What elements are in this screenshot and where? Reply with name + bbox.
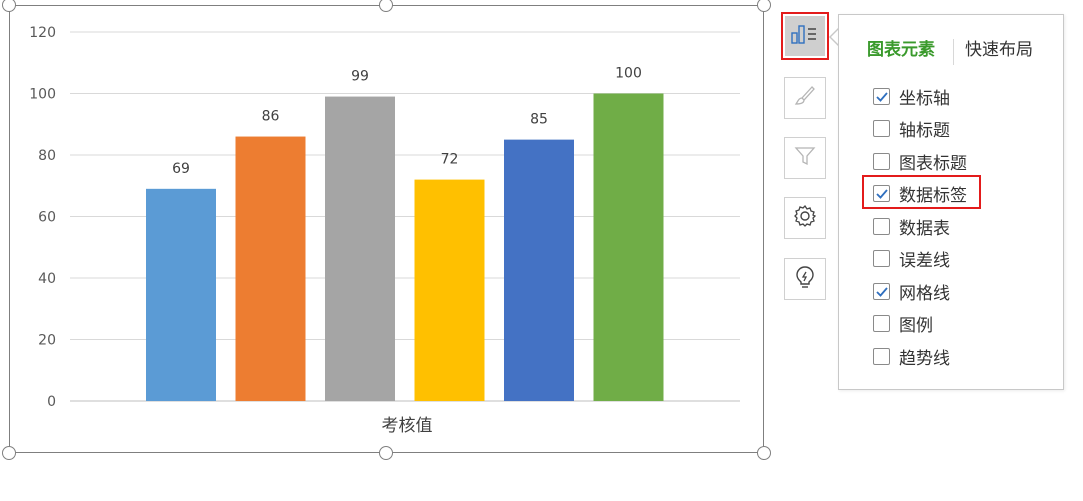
tab-chart-elements[interactable]: 图表元素 bbox=[867, 35, 935, 65]
chart-style-button[interactable] bbox=[784, 77, 826, 119]
checkbox-data-table[interactable] bbox=[873, 217, 890, 235]
chart-suggestions-button[interactable] bbox=[784, 258, 826, 300]
chart-elements-icon bbox=[790, 23, 820, 49]
option-gridlines[interactable]: 网格线 bbox=[873, 277, 950, 305]
lightbulb-icon bbox=[792, 264, 818, 294]
resize-handle-bottom-right[interactable] bbox=[757, 446, 771, 460]
option-label: 数据表 bbox=[899, 218, 950, 239]
option-trendline[interactable]: 趋势线 bbox=[873, 342, 950, 370]
chart-area[interactable]: 0 20 40 60 80 100 120 69 86 99 72 85 100 考核值 bbox=[9, 5, 764, 453]
resize-handle-bottom-center[interactable] bbox=[379, 446, 393, 460]
bar bbox=[235, 136, 306, 402]
option-label: 趋势线 bbox=[899, 348, 950, 369]
panel-tabs: 图表元素 快速布局 bbox=[839, 35, 1063, 69]
data-label: 72 bbox=[441, 152, 459, 168]
bar-chart: 0 20 40 60 80 100 120 69 86 99 72 85 100 考核值 bbox=[29, 25, 740, 436]
y-tick-label: 120 bbox=[29, 25, 56, 41]
checkbox-gridlines[interactable] bbox=[873, 282, 890, 300]
tab-divider bbox=[953, 39, 954, 65]
tab-quick-layout[interactable]: 快速布局 bbox=[965, 35, 1033, 65]
option-label: 数据标签 bbox=[899, 186, 967, 206]
y-tick-label: 20 bbox=[38, 333, 56, 349]
bar bbox=[146, 188, 216, 401]
bar bbox=[593, 93, 664, 401]
checkbox-axis-titles[interactable] bbox=[873, 120, 890, 137]
y-tick-label: 60 bbox=[38, 210, 56, 226]
y-tick-label: 40 bbox=[38, 271, 56, 287]
checkbox-data-labels[interactable] bbox=[873, 185, 890, 202]
option-label: 轴标题 bbox=[899, 121, 950, 141]
bar bbox=[414, 179, 485, 401]
checkbox-error-bars[interactable] bbox=[873, 250, 890, 267]
y-tick-label: 80 bbox=[38, 148, 56, 164]
data-label: 86 bbox=[262, 109, 280, 125]
x-axis-label: 考核值 bbox=[382, 416, 433, 436]
checkbox-trendline[interactable] bbox=[873, 347, 890, 365]
chart-filter-button[interactable] bbox=[784, 137, 826, 179]
option-axis-titles[interactable]: 轴标题 bbox=[873, 115, 950, 143]
option-label: 误差线 bbox=[899, 251, 950, 271]
filter-icon bbox=[793, 144, 817, 172]
option-data-table[interactable]: 数据表 bbox=[873, 212, 950, 240]
bar bbox=[504, 139, 574, 401]
data-label: 69 bbox=[172, 161, 190, 177]
data-label: 100 bbox=[615, 66, 642, 82]
checkbox-chart-title[interactable] bbox=[873, 152, 890, 170]
checkbox-legend[interactable] bbox=[873, 315, 890, 332]
bar bbox=[325, 96, 395, 401]
option-chart-title[interactable]: 图表标题 bbox=[873, 147, 967, 175]
option-label: 网格线 bbox=[899, 283, 950, 304]
chart-elements-panel: 图表元素 快速布局 坐标轴轴标题图表标题数据标签数据表误差线网格线图例趋势线 bbox=[838, 14, 1064, 390]
option-label: 图表标题 bbox=[899, 153, 967, 174]
chart-settings-button[interactable] bbox=[784, 197, 826, 239]
option-label: 坐标轴 bbox=[899, 88, 950, 109]
option-axes[interactable]: 坐标轴 bbox=[873, 82, 950, 110]
resize-handle-bottom-left[interactable] bbox=[2, 446, 16, 460]
option-data-labels[interactable]: 数据标签 bbox=[873, 180, 967, 208]
option-label: 图例 bbox=[899, 316, 933, 336]
chart-elements-button[interactable] bbox=[781, 12, 829, 60]
y-tick-label: 100 bbox=[29, 87, 56, 103]
data-label: 99 bbox=[351, 69, 369, 85]
brush-icon bbox=[793, 84, 817, 112]
option-legend[interactable]: 图例 bbox=[873, 310, 933, 338]
y-tick-label: 0 bbox=[47, 394, 56, 410]
data-label: 85 bbox=[530, 112, 548, 128]
option-error-bars[interactable]: 误差线 bbox=[873, 245, 950, 273]
checkbox-axes[interactable] bbox=[873, 87, 890, 105]
resize-handle-top-right[interactable] bbox=[757, 0, 771, 12]
gear-icon bbox=[792, 203, 818, 233]
